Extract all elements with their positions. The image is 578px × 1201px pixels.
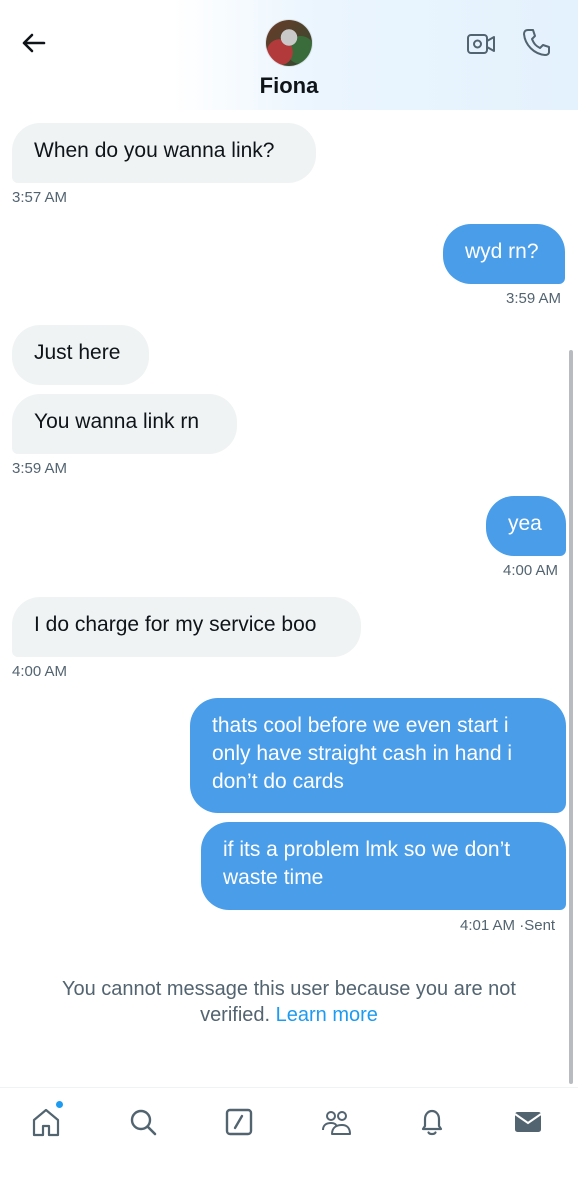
message-timestamp: 4:01 AM ·Sent — [460, 917, 555, 934]
messages-icon[interactable] — [512, 1106, 544, 1138]
message-timestamp: 3:57 AM — [12, 189, 68, 206]
scrollbar[interactable] — [569, 350, 573, 1084]
message-timestamp: 4:00 AM — [12, 663, 68, 680]
message-bubble-incoming[interactable]: Just here — [12, 325, 149, 385]
learn-more-link[interactable]: Learn more — [276, 1004, 378, 1026]
notifications-icon[interactable] — [416, 1106, 448, 1138]
search-icon[interactable] — [127, 1106, 159, 1138]
message-bubble-outgoing[interactable]: thats cool before we even start i only h… — [190, 698, 566, 813]
home-icon[interactable] — [30, 1106, 62, 1138]
cannot-message-notice: You cannot message this user because you… — [30, 976, 548, 1028]
home-notification-dot — [56, 1101, 63, 1108]
message-time: 4:01 AM — [460, 917, 516, 934]
contact-name[interactable]: Fiona — [0, 73, 578, 99]
conversation-header: Fiona — [0, 0, 578, 110]
avatar[interactable] — [266, 20, 312, 66]
message-bubble-incoming[interactable]: I do charge for my service boo — [12, 597, 361, 657]
grok-icon[interactable] — [223, 1106, 255, 1138]
message-bubble-incoming[interactable]: You wanna link rn — [12, 394, 237, 454]
communities-icon[interactable] — [320, 1106, 352, 1138]
message-status: Sent — [524, 917, 556, 934]
message-bubble-outgoing[interactable]: if its a problem lmk so we don’t waste t… — [201, 822, 566, 910]
message-timestamp: 4:00 AM — [503, 562, 559, 579]
message-timestamp: 3:59 AM — [506, 290, 562, 307]
phone-icon[interactable] — [520, 26, 552, 58]
message-timestamp: 3:59 AM — [12, 460, 68, 477]
back-arrow-icon[interactable] — [16, 26, 50, 60]
message-bubble-outgoing[interactable]: wyd rn? — [443, 224, 565, 284]
video-call-icon[interactable] — [465, 28, 497, 60]
message-bubble-outgoing[interactable]: yea — [486, 496, 566, 556]
bottom-navigation — [0, 1087, 578, 1201]
message-bubble-incoming[interactable]: When do you wanna link? — [12, 123, 316, 183]
